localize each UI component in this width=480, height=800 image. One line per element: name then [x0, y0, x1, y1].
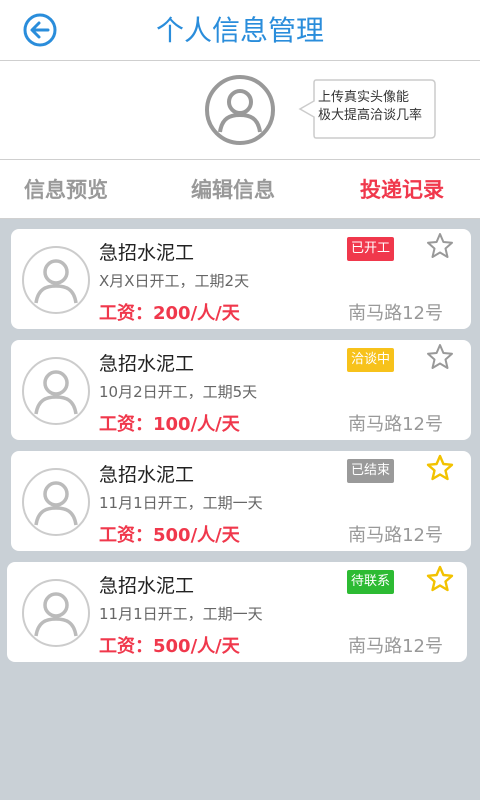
record-salary: 工资：200/人/天: [99, 303, 240, 324]
star-filled-icon[interactable]: [425, 453, 455, 483]
page-title: 个人信息管理: [155, 14, 324, 47]
avatar-icon: [22, 579, 90, 647]
record-salary: 工资：500/人/天: [99, 636, 240, 657]
status-badge: 待联系: [347, 570, 395, 594]
record-salary: 工资：500/人/天: [99, 525, 240, 546]
record-location: 南马路12号: [348, 525, 443, 546]
record-location: 南马路12号: [348, 414, 443, 435]
record-card[interactable]: 急招水泥工 待联系 11月1日开工，工期一天 工资：500/人/天 南马路12号: [7, 562, 467, 662]
record-card[interactable]: 急招水泥工 已开工 X月X日开工，工期2天 工资：200/人/天 南马路12号: [11, 229, 471, 329]
record-date: 10月2日开工，工期5天: [99, 383, 258, 401]
status-badge: 洽谈中: [347, 348, 395, 372]
avatar-icon: [22, 246, 90, 314]
record-title: 急招水泥工: [99, 353, 195, 375]
star-filled-icon[interactable]: [425, 564, 455, 594]
record-title: 急招水泥工: [99, 575, 195, 597]
profile-section: 上传真实头像能 极大提高洽谈几率: [0, 61, 480, 160]
record-card[interactable]: 急招水泥工 洽谈中 10月2日开工，工期5天 工资：100/人/天 南马路12号: [11, 340, 471, 440]
record-salary: 工资：100/人/天: [99, 414, 240, 435]
record-location: 南马路12号: [348, 303, 443, 324]
tab-bar: 信息预览 编辑信息 投递记录: [0, 160, 480, 219]
status-badge: 已开工: [347, 237, 395, 261]
record-location: 南马路12号: [348, 636, 443, 657]
tooltip-line-2: 极大提高洽谈几率: [318, 108, 423, 123]
record-date: 11月1日开工，工期一天: [99, 605, 263, 623]
record-date: X月X日开工，工期2天: [99, 272, 250, 290]
star-outline-icon[interactable]: [425, 342, 455, 372]
tooltip-line-1: 上传真实头像能: [318, 90, 410, 105]
record-date: 11月1日开工，工期一天: [99, 494, 263, 512]
tab-delivery-records[interactable]: 投递记录: [360, 160, 444, 218]
avatar-icon: [22, 357, 90, 425]
avatar-icon: [22, 468, 90, 536]
star-outline-icon[interactable]: [425, 231, 455, 261]
top-bar: 个人信息管理: [0, 0, 480, 61]
record-card[interactable]: 急招水泥工 已结束 11月1日开工，工期一天 工资：500/人/天 南马路12号: [11, 451, 471, 551]
record-title: 急招水泥工: [99, 464, 195, 486]
avatar-upload-icon[interactable]: [204, 74, 276, 146]
record-title: 急招水泥工: [99, 242, 195, 264]
tab-edit-info[interactable]: 编辑信息: [191, 160, 275, 218]
tab-info-preview[interactable]: 信息预览: [24, 160, 108, 218]
status-badge: 已结束: [347, 459, 395, 483]
tooltip-text: 上传真实头像能 极大提高洽谈几率: [318, 89, 438, 125]
